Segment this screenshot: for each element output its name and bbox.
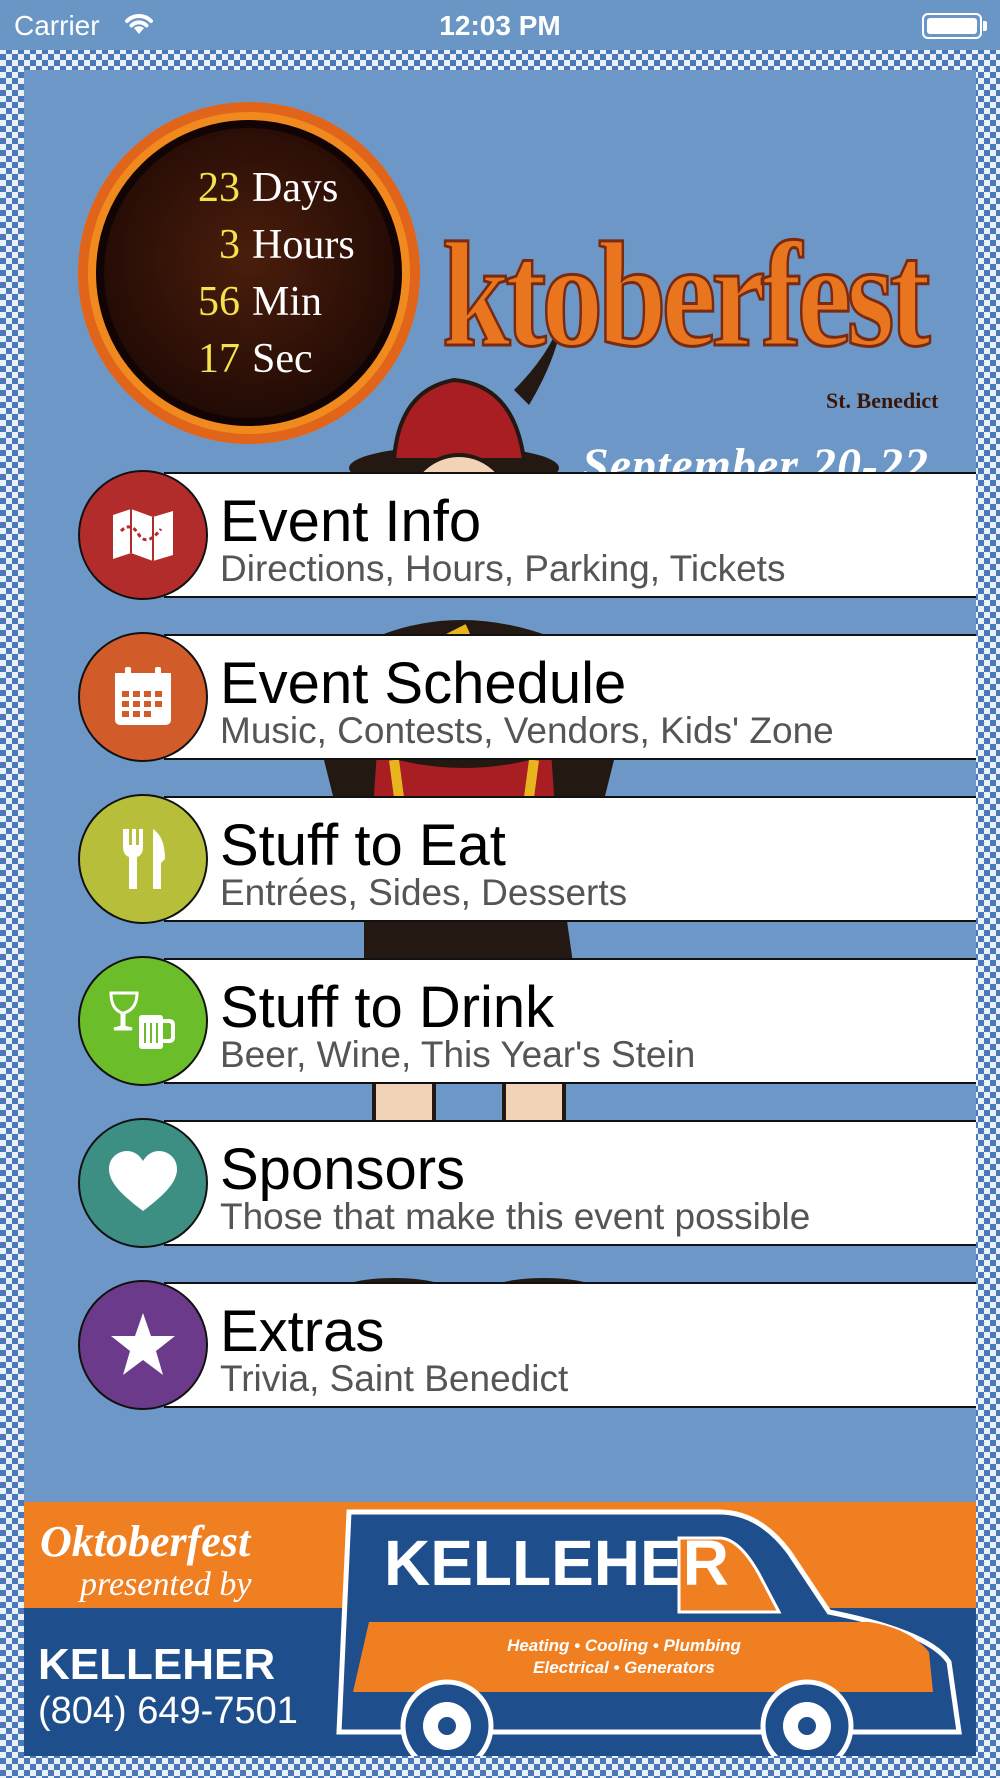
countdown-unit: Sec <box>252 336 313 382</box>
countdown-value: 23 <box>198 165 240 211</box>
menu-item-stuff-to-drink[interactable]: Stuff to Drink Beer, Wine, This Year's S… <box>24 956 976 1086</box>
fork-knife-icon <box>78 794 208 924</box>
heart-icon <box>78 1118 208 1248</box>
menu-label: Stuff to Drink <box>220 975 555 1040</box>
map-icon <box>78 470 208 600</box>
countdown-timer: 23 Days 3 Hours 56 Min 17 Sec <box>78 102 420 444</box>
menu-sublabel: Those that make this event possible <box>220 1196 811 1237</box>
event-subtitle: St. Benedict <box>826 388 939 413</box>
menu-item-extras[interactable]: Extras Trivia, Saint Benedict <box>24 1280 976 1410</box>
menu-sublabel: Directions, Hours, Parking, Tickets <box>220 548 786 589</box>
menu-label: Extras <box>220 1299 385 1364</box>
star-icon <box>111 1313 175 1375</box>
menu-label: Stuff to Eat <box>220 813 506 878</box>
van-services-line-2: Electrical • Generators <box>533 1658 715 1677</box>
menu-item-event-schedule[interactable]: Event Schedule Music, Contests, Vendors,… <box>24 632 976 762</box>
drinks-icon <box>78 956 208 1086</box>
menu-sublabel: Entrées, Sides, Desserts <box>220 872 628 913</box>
map-icon <box>113 509 173 561</box>
event-title: ktoberfest <box>441 212 932 378</box>
calendar-icon <box>78 632 208 762</box>
menu-sublabel: Music, Contests, Vendors, Kids' Zone <box>220 710 834 751</box>
sponsor-banner[interactable]: Oktoberfest presented by KELLEHER (804) … <box>24 1502 976 1756</box>
star-icon <box>78 1280 208 1410</box>
countdown-unit: Min <box>252 279 323 325</box>
banner-phone[interactable]: (804) 649-7501 <box>38 1690 298 1733</box>
countdown-unit: Hours <box>252 222 355 268</box>
menu-item-stuff-to-eat[interactable]: Stuff to Eat Entrées, Sides, Desserts <box>24 794 976 924</box>
countdown-value: 56 <box>198 279 240 325</box>
battery-icon <box>922 13 987 39</box>
menu-sublabel: Trivia, Saint Benedict <box>220 1358 569 1399</box>
countdown-value: 3 <box>219 222 240 268</box>
van-sponsor-name: KELLEHER <box>384 1527 729 1599</box>
fork-knife-icon <box>123 829 165 889</box>
countdown-face <box>96 120 402 426</box>
banner-event: Oktoberfest <box>40 1517 251 1566</box>
menu-item-event-info[interactable]: Event Info Directions, Hours, Parking, T… <box>24 470 976 600</box>
heart-icon <box>109 1151 177 1211</box>
clock: 12:03 PM <box>439 10 561 41</box>
menu-sublabel: Beer, Wine, This Year's Stein <box>220 1034 696 1075</box>
drinks-icon <box>109 991 175 1049</box>
banner-sponsor-name: KELLEHER <box>38 1640 276 1689</box>
menu-label: Event Schedule <box>220 651 627 716</box>
menu-label: Event Info <box>220 489 482 554</box>
countdown-unit: Days <box>252 165 339 211</box>
menu-item-sponsors[interactable]: Sponsors Those that make this event poss… <box>24 1118 976 1248</box>
menu-label: Sponsors <box>220 1137 466 1202</box>
van-services-line-1: Heating • Cooling • Plumbing <box>507 1636 741 1655</box>
banner-presented-by: presented by <box>80 1566 252 1603</box>
status-bar: Carrier 12:03 PM <box>0 0 1000 50</box>
calendar-icon <box>115 667 171 725</box>
countdown-value: 17 <box>198 336 240 382</box>
